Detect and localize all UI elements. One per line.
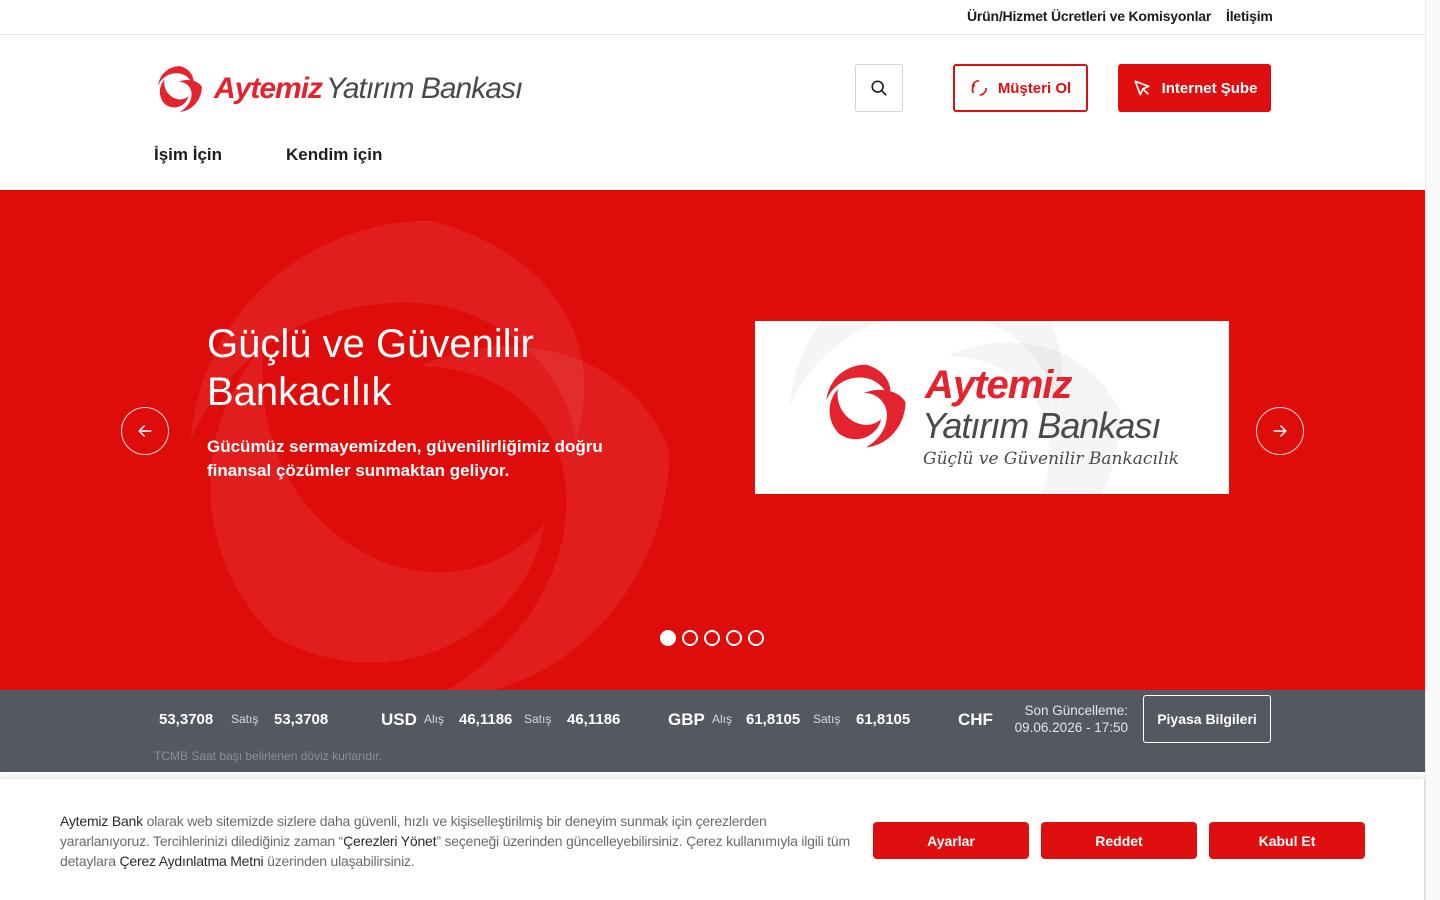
contact-link[interactable]: İletişim — [1226, 8, 1273, 24]
hero-subtitle: Gücümüz sermayemizden, güvenilirliğimiz … — [207, 437, 603, 480]
become-customer-label: Müşteri Ol — [997, 79, 1072, 97]
last-update: Son Güncelleme: 09.06.2026 - 17:50 — [1008, 702, 1128, 736]
brand-name-primary: Aytemiz — [214, 72, 323, 105]
cookie-accept-button[interactable]: Kabul Et — [1209, 822, 1365, 859]
hero-promo-image: Aytemiz Yatırım Bankası Güçlü ve Güvenil… — [755, 321, 1229, 494]
cursor-click-icon — [1134, 80, 1150, 96]
cookie-text-part: üzerinden ulaşabilirsiniz. — [263, 853, 415, 869]
fees-commissions-link[interactable]: Ürün/Hizmet Ücretleri ve Komisyonlar — [967, 8, 1211, 24]
slider-dot[interactable] — [660, 630, 676, 646]
cookie-bank-name: Aytemiz Bank — [60, 813, 143, 829]
slider-next-button[interactable] — [1256, 407, 1304, 455]
rate-usd-buy: 46,1186 — [459, 711, 513, 728]
rate-usd-currency: USD — [381, 710, 417, 729]
internet-branch-button[interactable]: Internet Şube — [1118, 64, 1271, 112]
rate-gbp-buy: 61,8105 — [746, 711, 801, 728]
cookie-reject-button[interactable]: Reddet — [1041, 822, 1197, 859]
slider-dot[interactable] — [704, 630, 720, 646]
slider-pagination — [660, 630, 764, 646]
rate-usd-sell-label: Satış — [524, 712, 552, 726]
market-info-button[interactable]: Piyasa Bilgileri — [1143, 695, 1271, 743]
last-update-label: Son Güncelleme: — [1024, 703, 1128, 718]
cookie-text: Aytemiz Bank olarak web sitemizde sizler… — [60, 811, 850, 871]
internet-branch-label: Internet Şube — [1161, 79, 1258, 97]
rate-1-buy: 53,3708 — [159, 711, 214, 728]
exchange-rates-bar: 53,3708 Satış 53,3708 USD Alış 46,1186 S… — [0, 690, 1425, 772]
slider-dot[interactable] — [682, 630, 698, 646]
nav-business[interactable]: İşim İçin — [154, 145, 222, 165]
rate-usd-sell: 46,1186 — [567, 711, 621, 728]
last-update-value: 09.06.2026 - 17:50 — [1014, 720, 1128, 735]
cookie-settings-button[interactable]: Ayarlar — [873, 822, 1029, 859]
hero-title: Güçlü ve Güvenilir Bankacılık — [207, 322, 534, 414]
brand-logo[interactable]: Aytemiz Yatırım Bankası — [154, 62, 523, 116]
site-header: Aytemiz Yatırım Bankası Müşteri Ol Inter… — [0, 35, 1425, 190]
search-button[interactable] — [855, 64, 903, 112]
promo-logo-icon — [826, 364, 906, 448]
rates-note: TCMB Saat başı belirlenen döviz kurlarıd… — [154, 749, 383, 763]
brand-swirl-icon — [971, 79, 987, 97]
promo-tagline: Güçlü ve Güvenilir Bankacılık — [923, 449, 1180, 469]
rate-gbp-currency: GBP — [668, 710, 705, 729]
cookie-manage-link[interactable]: Çerezleri Yönet — [343, 833, 436, 849]
promo-brand-secondary: Yatırım Bankası — [922, 405, 1161, 446]
top-utility-bar: Ürün/Hizmet Ücretleri ve Komisyonlar İle… — [0, 0, 1425, 35]
cookie-banner: Aytemiz Bank olarak web sitemizde sizler… — [0, 779, 1425, 900]
promo-brand-primary: Aytemiz — [925, 363, 1072, 407]
cookie-policy-link[interactable]: Çerez Aydınlatma Metni — [119, 853, 263, 869]
search-icon — [871, 80, 887, 96]
rate-1-sell: 53,3708 — [274, 711, 329, 728]
arrow-right-icon — [1273, 425, 1287, 437]
slider-dot[interactable] — [726, 630, 742, 646]
rate-chf-currency: CHF — [958, 710, 993, 729]
rate-gbp-sell: 61,8105 — [856, 711, 911, 728]
become-customer-button[interactable]: Müşteri Ol — [953, 64, 1088, 112]
rate-gbp-buy-label: Alış — [712, 712, 733, 726]
slider-prev-button[interactable] — [121, 407, 169, 455]
arrow-left-icon — [138, 425, 152, 437]
brand-name-secondary: Yatırım Bankası — [326, 72, 523, 105]
rate-1-sell-label: Satış — [231, 712, 259, 726]
brand-swirl-icon — [158, 66, 202, 112]
page-scrollbar[interactable] — [1425, 0, 1440, 900]
rate-usd-buy-label: Alış — [424, 712, 445, 726]
slider-dot[interactable] — [748, 630, 764, 646]
nav-personal[interactable]: Kendim için — [286, 145, 382, 165]
hero-slider: Güçlü ve Güvenilir Bankacılık Gücümüz se… — [0, 190, 1425, 690]
rate-gbp-sell-label: Satış — [813, 712, 841, 726]
